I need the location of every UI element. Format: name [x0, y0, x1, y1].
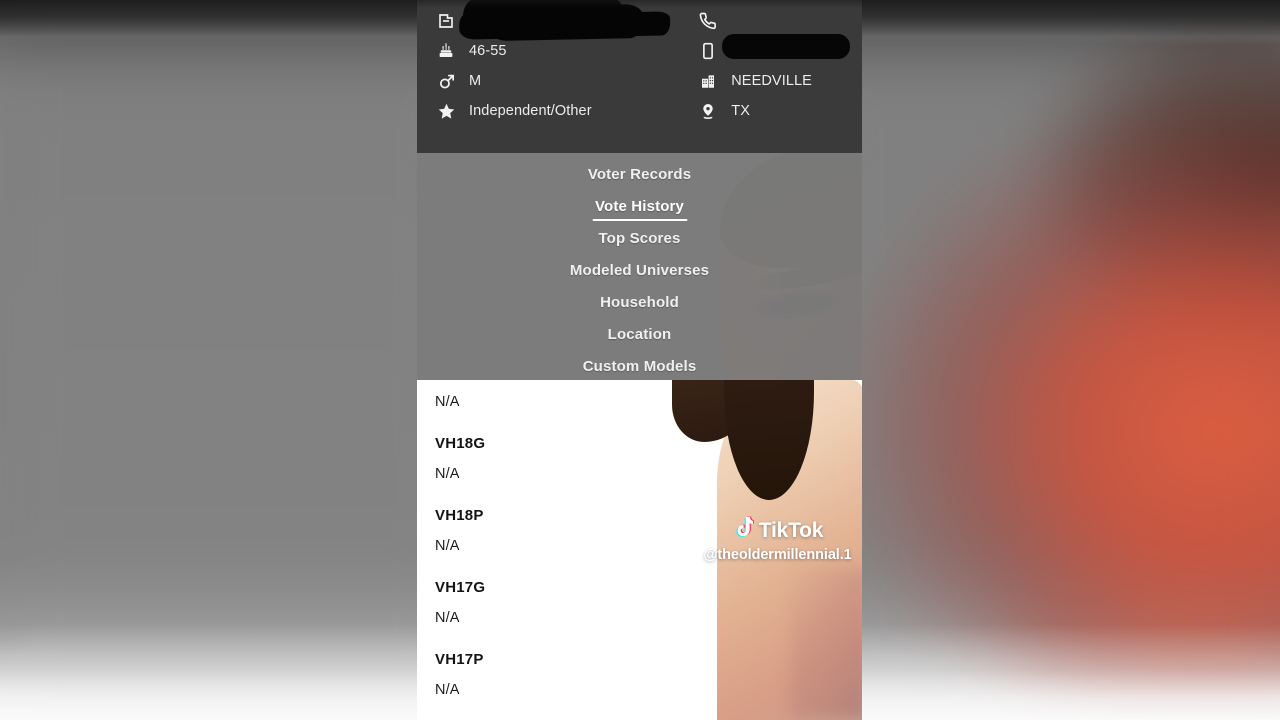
voter-info-right-column: NEEDVILLE TX: [697, 6, 851, 126]
active-nav-underline: [592, 219, 687, 221]
info-row-mobile: [697, 34, 851, 66]
nav-item-label: Vote History: [594, 198, 685, 215]
city-value: NEEDVILLE: [731, 73, 812, 89]
screen: , 1968: [0, 0, 1280, 720]
redaction-bar-mobile: [722, 34, 851, 59]
state-value: TX: [731, 103, 750, 119]
vote-history-label: VH18G: [435, 435, 486, 452]
age-range-value: 46-55: [469, 43, 507, 59]
record-section-nav: Voter Records Vote History Top Scores Mo…: [417, 153, 862, 380]
nav-item-label: Location: [607, 326, 672, 343]
location-pin-icon: [697, 101, 719, 121]
vote-history-list[interactable]: N/A VH18G N/A VH18P N/A VH17G N/A VH17P …: [417, 380, 862, 720]
gender-value: M: [469, 73, 482, 89]
calendar-icon: [435, 11, 457, 31]
video-player[interactable]: , 1968: [417, 0, 862, 720]
vote-history-value: N/A: [435, 466, 460, 482]
vote-history-value: N/A: [435, 610, 460, 626]
info-row-birthdate: , 1968: [435, 0, 697, 37]
info-row-state: TX: [697, 96, 844, 126]
nav-item-voter-records[interactable]: Voter Records: [417, 159, 862, 191]
vote-history-row[interactable]: VH18G N/A: [435, 433, 862, 485]
voter-info-left-column: , 1968: [435, 0, 697, 126]
nav-item-modeled-universes[interactable]: Modeled Universes: [417, 255, 862, 287]
info-row-city: NEEDVILLE: [697, 66, 844, 96]
nav-item-label: Top Scores: [598, 230, 681, 247]
info-row-age-range: 46-55: [435, 36, 697, 66]
vote-history-label: VH17G: [435, 579, 486, 596]
nav-item-location[interactable]: Location: [417, 319, 862, 351]
nav-item-custom-models[interactable]: Custom Models: [417, 351, 862, 383]
mobile-phone-icon: [697, 41, 719, 61]
party-value: Independent/Other: [469, 103, 592, 119]
nav-item-label: Custom Models: [582, 358, 697, 375]
vote-history-row[interactable]: VH18P N/A: [435, 505, 862, 557]
nav-item-top-scores[interactable]: Top Scores: [417, 223, 862, 255]
redaction-scribble-birthdate: [462, 0, 624, 37]
building-icon: [697, 71, 719, 91]
vote-history-label: VH17P: [435, 651, 484, 668]
gender-male-icon: [435, 71, 457, 91]
vote-history-value: N/A: [435, 682, 460, 698]
nav-item-label: Voter Records: [587, 166, 692, 183]
vote-history-leading-value: N/A: [435, 394, 460, 410]
birthday-cake-icon: [435, 41, 457, 61]
phone-icon: [697, 11, 719, 31]
nav-item-household[interactable]: Household: [417, 287, 862, 319]
star-icon: [435, 101, 457, 121]
info-row-gender: M: [435, 66, 697, 96]
nav-item-vote-history[interactable]: Vote History: [417, 191, 862, 223]
info-row-party: Independent/Other: [435, 96, 697, 126]
vote-history-row[interactable]: VH17G N/A: [435, 577, 862, 629]
vote-history-row[interactable]: VH17P N/A: [435, 649, 862, 701]
nav-item-label: Modeled Universes: [569, 262, 710, 279]
vote-history-label: VH18P: [435, 507, 484, 524]
info-row-phone: [697, 6, 844, 36]
voter-info-panel: , 1968: [417, 0, 862, 153]
nav-item-label: Household: [600, 294, 679, 311]
vote-history-value: N/A: [435, 538, 460, 554]
